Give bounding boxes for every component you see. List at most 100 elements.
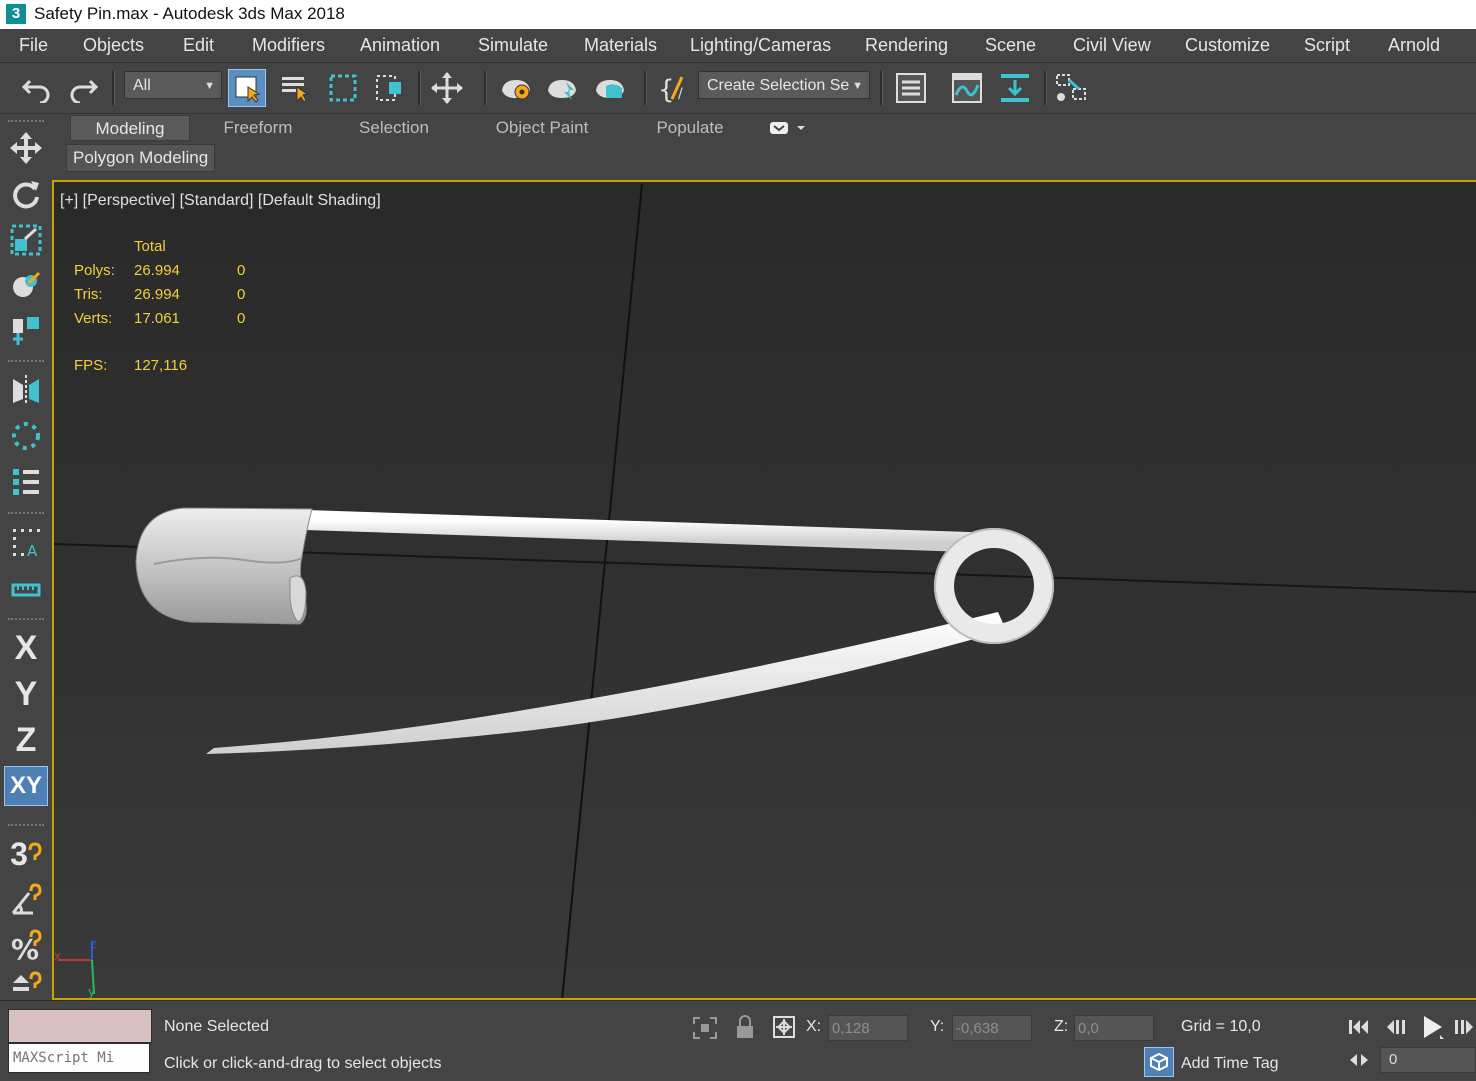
- current-frame-field[interactable]: 0: [1380, 1047, 1476, 1073]
- maxscript-listener-output[interactable]: [8, 1009, 152, 1043]
- render-production-icon[interactable]: [592, 69, 630, 107]
- menu-edit[interactable]: Edit: [183, 35, 214, 56]
- restrict-y-axis-button[interactable]: Y: [4, 674, 48, 714]
- window-crossing-icon[interactable]: [370, 69, 408, 107]
- prompt-line: Click or click-and-drag to select object…: [164, 1055, 442, 1072]
- spinner-snap-icon[interactable]: [4, 970, 48, 1000]
- named-selection-dropdown[interactable]: Create Selection Se ▼: [698, 71, 870, 99]
- array-icon[interactable]: [4, 416, 48, 456]
- selection-set-icon[interactable]: A: [4, 522, 48, 562]
- redo-icon[interactable]: [64, 69, 102, 107]
- measure-icon[interactable]: [4, 568, 48, 608]
- menu-bar: File Objects Edit Modifiers Animation Si…: [0, 29, 1476, 63]
- angle-snap-icon[interactable]: [4, 880, 48, 920]
- render-frame-icon[interactable]: [544, 69, 582, 107]
- ribbon-options-icon[interactable]: [768, 120, 808, 136]
- restrict-z-axis-button[interactable]: Z: [4, 720, 48, 760]
- toolbar-separator: [8, 618, 44, 620]
- menu-customize[interactable]: Customize: [1185, 35, 1270, 56]
- menu-lighting-cameras[interactable]: Lighting/Cameras: [690, 35, 831, 56]
- rotate-icon[interactable]: [4, 174, 48, 214]
- restrict-xy-plane-button[interactable]: XY: [4, 766, 48, 806]
- scale-icon[interactable]: [4, 220, 48, 260]
- percent-snap-icon[interactable]: %: [4, 926, 48, 966]
- next-frame-icon[interactable]: [1452, 1015, 1476, 1039]
- perspective-viewport[interactable]: [+] [Perspective] [Standard] [Default Sh…: [52, 180, 1476, 1000]
- menu-scene[interactable]: Scene: [985, 35, 1036, 56]
- selection-lock-icon[interactable]: [734, 1014, 756, 1040]
- safety-pin-clasp: [135, 507, 313, 625]
- svg-text:%: %: [11, 933, 39, 963]
- named-selection-value: Create Selection Se: [707, 77, 850, 94]
- mirror-icon[interactable]: [4, 370, 48, 410]
- toolbar-separator: [1044, 71, 1047, 105]
- y-coord-field[interactable]: -0,638: [952, 1015, 1032, 1041]
- move-icon[interactable]: [4, 128, 48, 168]
- z-coord-field[interactable]: 0,0: [1074, 1015, 1154, 1041]
- absolute-mode-transform-icon[interactable]: [772, 1015, 796, 1039]
- align-icon[interactable]: [4, 310, 48, 350]
- selection-filter-dropdown[interactable]: All ▼: [124, 71, 222, 99]
- toolbar-separator: [112, 71, 115, 105]
- toolbar-separator: [8, 360, 44, 362]
- menu-objects[interactable]: Objects: [83, 35, 144, 56]
- tab-object-paint[interactable]: Object Paint: [478, 115, 606, 141]
- tab-selection[interactable]: Selection: [342, 115, 446, 141]
- status-bar: None Selected Click or click-and-drag to…: [0, 1000, 1476, 1081]
- edit-named-selections-icon[interactable]: {/: [654, 69, 692, 107]
- menu-simulate[interactable]: Simulate: [478, 35, 548, 56]
- select-object-icon[interactable]: [228, 69, 266, 107]
- tab-modeling[interactable]: Modeling: [70, 115, 190, 141]
- play-animation-icon[interactable]: [1418, 1013, 1446, 1041]
- rect-selection-region-icon[interactable]: [324, 69, 362, 107]
- toolbar-separator: [8, 512, 44, 514]
- toolbar-separator: [644, 71, 647, 105]
- polygon-modeling-panel-label[interactable]: Polygon Modeling: [66, 144, 216, 172]
- menu-civil-view[interactable]: Civil View: [1073, 35, 1151, 56]
- place-icon[interactable]: [4, 266, 48, 306]
- snaps-toggle-icon[interactable]: 3: [4, 834, 48, 874]
- render-setup-icon[interactable]: [498, 69, 536, 107]
- time-tag-icon[interactable]: [1144, 1047, 1174, 1077]
- schematic-view-icon[interactable]: [1052, 69, 1090, 107]
- menu-file[interactable]: File: [19, 35, 48, 56]
- snap-dimension-label: 3: [10, 835, 28, 872]
- svg-text:/: /: [678, 86, 683, 102]
- axis-gizmo-y-label: y: [88, 985, 95, 999]
- y-coord-label: Y:: [930, 1018, 945, 1035]
- undo-icon[interactable]: [18, 69, 56, 107]
- isolate-selection-icon[interactable]: [692, 1016, 718, 1040]
- menu-modifiers[interactable]: Modifiers: [252, 35, 325, 56]
- selection-status: None Selected: [164, 1018, 269, 1035]
- spacing-tool-icon[interactable]: [4, 462, 48, 502]
- layer-explorer-icon[interactable]: [892, 69, 930, 107]
- selection-set-glyph: A: [27, 542, 38, 559]
- menu-script[interactable]: Script: [1304, 35, 1350, 56]
- time-slider-keys-icon[interactable]: [1348, 1051, 1370, 1069]
- chevron-down-icon: ▼: [852, 80, 863, 92]
- restrict-x-axis-button[interactable]: X: [4, 628, 48, 668]
- previous-frame-icon[interactable]: [1384, 1015, 1410, 1039]
- toolbar-separator: [418, 71, 421, 105]
- axis-gizmo-z-label: z: [90, 937, 96, 951]
- left-toolbar: A X Y Z XY 3 %: [0, 114, 52, 1000]
- material-editor-icon[interactable]: [996, 69, 1034, 107]
- tab-freeform[interactable]: Freeform: [206, 115, 310, 141]
- menu-animation[interactable]: Animation: [360, 35, 440, 56]
- select-by-name-icon[interactable]: [276, 69, 314, 107]
- go-to-start-icon[interactable]: [1346, 1015, 1372, 1039]
- toolbar-separator: [8, 824, 44, 826]
- toolbar-separator: [484, 71, 487, 105]
- curve-editor-icon[interactable]: [948, 69, 986, 107]
- select-move-icon[interactable]: [428, 69, 466, 107]
- menu-materials[interactable]: Materials: [584, 35, 657, 56]
- toolbar-separator: [8, 120, 44, 122]
- menu-rendering[interactable]: Rendering: [865, 35, 948, 56]
- axis-gizmo-x-label: x: [54, 949, 61, 963]
- add-time-tag-button[interactable]: Add Time Tag: [1181, 1055, 1279, 1073]
- maxscript-mini-listener-input[interactable]: [8, 1043, 150, 1073]
- menu-arnold[interactable]: Arnold: [1388, 35, 1440, 56]
- toolbar-separator: [880, 71, 883, 105]
- tab-populate[interactable]: Populate: [640, 115, 740, 141]
- x-coord-field[interactable]: 0,128: [828, 1015, 908, 1041]
